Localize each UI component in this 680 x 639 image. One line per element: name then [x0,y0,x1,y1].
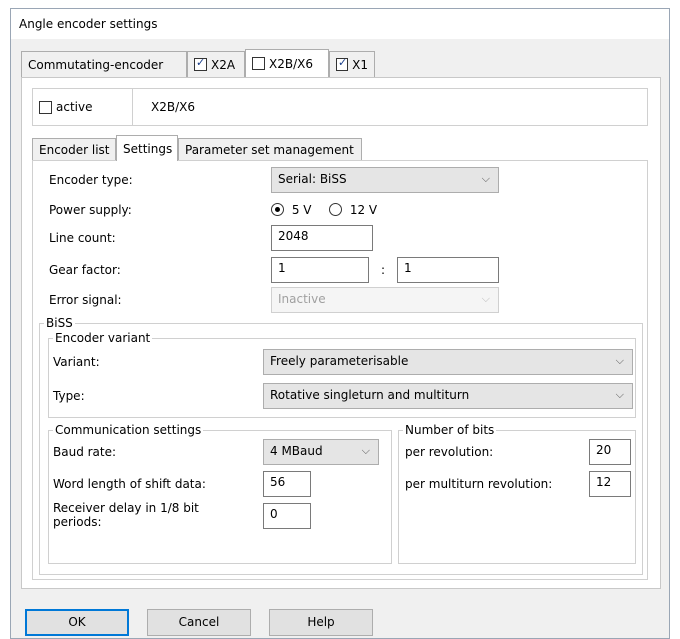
settings-area: Encoder type: Serial: BiSS ⌵ Power suppl… [32,160,648,580]
tab-content-panel: active X2B/X6 Encoder list Settings Para… [21,77,661,589]
line-count-input[interactable]: 2048 [271,225,373,251]
chevron-down-icon: ⌵ [361,444,370,457]
chevron-down-icon: ⌵ [481,172,490,185]
subtab-parameter-set-management[interactable]: Parameter set management [178,138,362,160]
select-value: Freely parameterisable [270,354,409,368]
biss-group: BiSS Encoder variant Variant: Freely par… [39,316,643,575]
encoder-type-label: Encoder type: [49,173,133,187]
power-supply-label: Power supply: [49,203,132,217]
tab-label: X2B/X6 [269,56,313,71]
receiver-delay-label: Receiver delay in 1/8 bit periods: [53,501,199,529]
communication-settings-group: Communication settings Baud rate: 4 MBau… [48,423,392,564]
line-count-label: Line count: [49,231,116,245]
gear-denominator-input[interactable]: 1 [397,257,499,283]
number-of-bits-label: Number of bits [403,423,497,437]
chevron-down-icon: ⌵ [481,292,490,305]
dialog-window: Angle encoder settings Commutating-encod… [10,8,670,639]
x1-checkbox[interactable] [336,56,349,71]
tab-x2b-x6[interactable]: X2B/X6 [245,49,329,77]
chevron-down-icon: ⌵ [615,354,624,367]
active-label: active [56,100,93,114]
power-12v-label: 12 V [349,203,378,217]
sub-tab-strip: Encoder list Settings Parameter set mana… [32,135,648,161]
power-12v-radio[interactable] [329,203,342,216]
gear-separator: : [381,263,386,277]
gear-factor-label: Gear factor: [49,263,121,277]
top-tab-strip: Commutating-encoder X2A X2B/X6 X1 [11,49,669,79]
per-multiturn-input[interactable]: 12 [589,471,631,497]
subtab-label: Parameter set management [185,142,354,157]
ok-button[interactable]: OK [25,609,129,636]
active-toggle[interactable]: active [33,89,133,125]
encoder-name: X2B/X6 [151,100,195,114]
tab-commutating-encoder[interactable]: Commutating-encoder [21,51,187,77]
encoder-variant-group: Encoder variant Variant: Freely paramete… [48,331,636,418]
x2a-checkbox[interactable] [194,56,207,71]
per-revolution-label: per revolution: [405,445,494,459]
error-signal-label: Error signal: [49,293,122,307]
encoder-variant-label: Encoder variant [53,331,153,345]
select-value: Inactive [278,292,326,306]
word-length-label: Word length of shift data: [53,477,206,491]
encoder-type-select[interactable]: Serial: BiSS ⌵ [271,167,499,193]
select-value: 4 MBaud [270,444,323,458]
tab-label: X2A [211,57,236,72]
variant-label: Variant: [53,355,100,369]
baud-rate-label: Baud rate: [53,445,117,459]
communication-settings-label: Communication settings [53,423,204,437]
word-length-input[interactable]: 56 [263,471,311,497]
number-of-bits-group: Number of bits per revolution: 20 per mu… [398,423,636,564]
per-multiturn-label: per multiturn revolution: [405,477,553,491]
baud-rate-select[interactable]: 4 MBaud ⌵ [263,439,379,465]
variant-select[interactable]: Freely parameterisable ⌵ [263,349,633,375]
tab-label: Commutating-encoder [28,57,164,72]
chevron-down-icon: ⌵ [615,388,624,401]
gear-numerator-input[interactable]: 1 [271,257,369,283]
window-title: Angle encoder settings [19,17,158,31]
title-bar: Angle encoder settings [11,9,669,39]
receiver-delay-input[interactable]: 0 [263,503,311,529]
tab-x1[interactable]: X1 [329,51,375,77]
per-revolution-input[interactable]: 20 [589,439,631,465]
x2b-x6-checkbox[interactable] [252,57,265,70]
tab-label: X1 [352,57,368,72]
type-select[interactable]: Rotative singleturn and multiturn ⌵ [263,383,633,409]
subtab-label: Encoder list [39,142,110,157]
tab-x2a[interactable]: X2A [187,51,245,77]
cancel-button[interactable]: Cancel [147,609,251,636]
power-5v-radio[interactable] [271,203,284,216]
subtab-label: Settings [123,141,173,156]
select-value: Rotative singleturn and multiturn [270,388,470,402]
help-button[interactable]: Help [269,609,373,636]
biss-group-label: BiSS [44,316,75,330]
subtab-encoder-list[interactable]: Encoder list [32,138,116,160]
type-label: Type: [53,389,85,403]
power-5v-label: 5 V [291,203,312,217]
subtab-settings[interactable]: Settings [116,135,178,161]
error-signal-select[interactable]: Inactive ⌵ [271,287,499,313]
active-header: active X2B/X6 [32,88,648,126]
power-12v-option[interactable]: 12 V [329,203,399,217]
active-checkbox[interactable] [39,100,52,114]
select-value: Serial: BiSS [278,172,347,186]
